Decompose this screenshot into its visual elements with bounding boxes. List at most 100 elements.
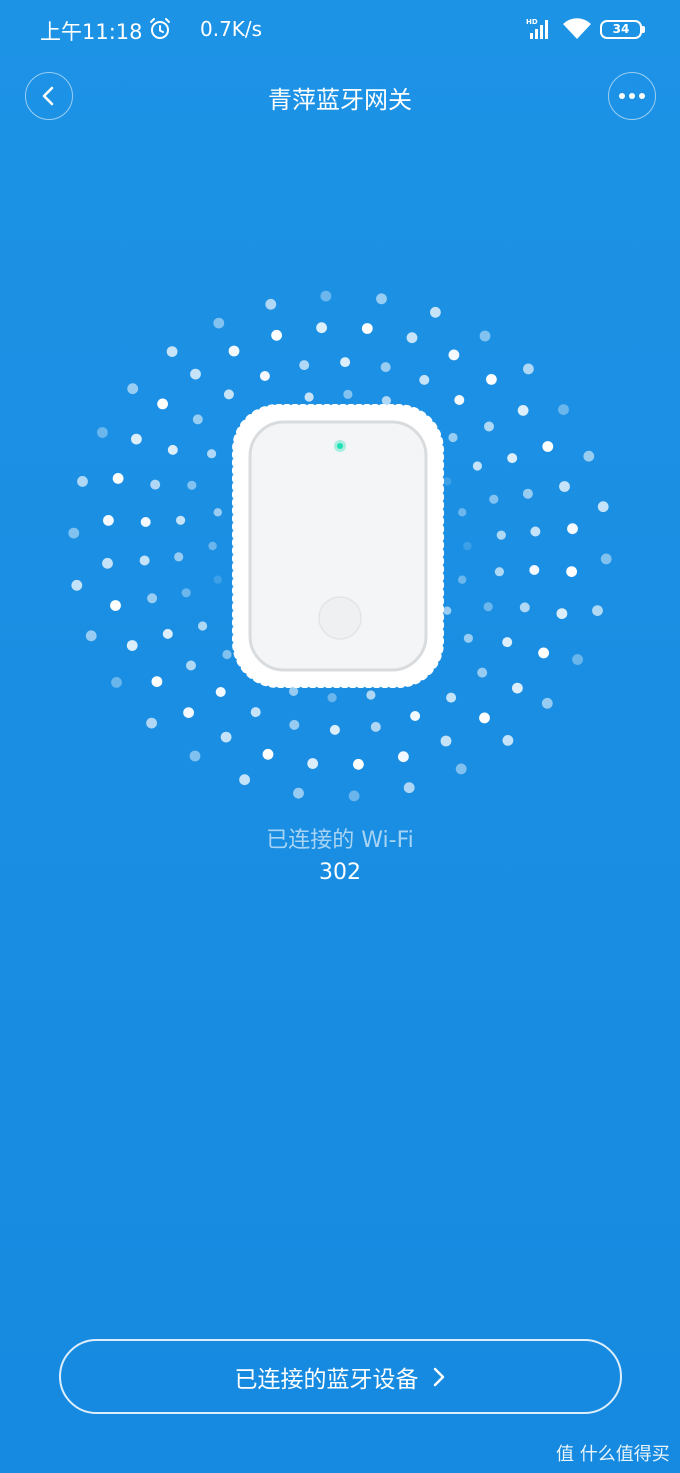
signal-dot-43 bbox=[150, 479, 161, 490]
signal-dot-13 bbox=[289, 686, 299, 696]
signal-dot-93 bbox=[403, 782, 415, 794]
signal-dot-68 bbox=[151, 676, 163, 687]
signal-dot-101 bbox=[71, 579, 83, 591]
signal-dot-88 bbox=[566, 566, 577, 577]
signal-dot-31 bbox=[446, 692, 457, 703]
more-button[interactable] bbox=[608, 72, 656, 120]
signal-dot-1 bbox=[458, 575, 467, 584]
signal-dot-66 bbox=[220, 731, 232, 743]
signal-dot-103 bbox=[77, 476, 88, 487]
signal-dot-98 bbox=[146, 717, 158, 729]
status-time: 上午11:18 bbox=[40, 20, 143, 44]
connected-bluetooth-devices-label: 已连接的蓝牙设备 bbox=[234, 1366, 419, 1393]
signal-dot-76 bbox=[190, 368, 201, 380]
signal-dot-12 bbox=[327, 693, 337, 703]
signal-dot-10 bbox=[463, 633, 473, 643]
signal-dot-117 bbox=[600, 553, 612, 565]
signal-dot-99 bbox=[111, 677, 122, 688]
signal-dot-92 bbox=[455, 763, 467, 775]
signal-dot-115 bbox=[583, 450, 595, 462]
signal-dot-55 bbox=[522, 488, 533, 499]
signal-dot-89 bbox=[556, 608, 568, 619]
page-title: 青萍蓝牙网关 bbox=[268, 86, 412, 114]
signal-dot-61 bbox=[440, 735, 452, 747]
signal-dot-28 bbox=[519, 602, 530, 613]
signal-dot-58 bbox=[538, 647, 549, 659]
signal-dot-14 bbox=[222, 649, 232, 660]
signal-dot-119 bbox=[572, 654, 583, 665]
signal-dot-72 bbox=[103, 515, 114, 526]
signal-dot-45 bbox=[192, 414, 203, 425]
signal-dot-20 bbox=[207, 449, 217, 459]
signal-dot-41 bbox=[139, 555, 150, 566]
signal-dot-114 bbox=[558, 404, 569, 415]
signal-dot-47 bbox=[259, 371, 270, 381]
status-bar: 上午11:18 0.7K/s HD 34 bbox=[0, 0, 680, 62]
signal-dot-105 bbox=[127, 383, 139, 395]
signal-dot-84 bbox=[517, 405, 529, 416]
signal-dot-73 bbox=[112, 473, 124, 484]
signal-dot-16 bbox=[181, 588, 191, 598]
signal-dot-63 bbox=[353, 758, 364, 770]
signal-dot-46 bbox=[223, 389, 234, 400]
signal-dot-27 bbox=[496, 530, 506, 540]
signal-dot-2 bbox=[443, 606, 452, 615]
signal-dot-7 bbox=[458, 508, 467, 517]
more-dots-icon bbox=[619, 93, 645, 99]
signal-dot-79 bbox=[316, 322, 327, 334]
signal-dot-40 bbox=[147, 593, 158, 604]
signal-dot-52 bbox=[454, 395, 465, 405]
signal-dot-17 bbox=[174, 552, 184, 562]
hd-badge: HD bbox=[526, 18, 538, 26]
signal-dot-0 bbox=[463, 541, 472, 551]
signal-dot-44 bbox=[167, 444, 178, 455]
signal-dot-85 bbox=[542, 441, 554, 452]
signal-dot-15 bbox=[198, 621, 208, 631]
signal-dot-83 bbox=[486, 374, 497, 385]
signal-dot-48 bbox=[299, 360, 310, 371]
signal-dot-118 bbox=[592, 605, 603, 616]
signal-dot-51 bbox=[419, 374, 430, 385]
signal-dot-9 bbox=[483, 602, 493, 612]
signal-dot-32 bbox=[410, 711, 421, 721]
battery-indicator: 34 bbox=[600, 20, 645, 39]
signal-dot-56 bbox=[530, 526, 541, 537]
signal-dot-74 bbox=[131, 433, 142, 445]
signal-dot-60 bbox=[479, 712, 490, 724]
signal-dot-100 bbox=[85, 630, 97, 642]
signal-dot-37 bbox=[215, 687, 226, 697]
signal-dot-80 bbox=[361, 323, 373, 334]
signal-dot-33 bbox=[370, 721, 381, 732]
signal-dot-82 bbox=[448, 349, 460, 361]
signal-dot-25 bbox=[472, 461, 482, 471]
signal-dot-102 bbox=[68, 527, 80, 539]
signal-dot-53 bbox=[484, 421, 494, 432]
signal-dot-75 bbox=[157, 398, 169, 410]
signal-dot-42 bbox=[140, 517, 151, 527]
watermark: 值 什么值得买 bbox=[556, 1440, 670, 1466]
alarm-clock-icon bbox=[150, 18, 170, 39]
signal-dot-78 bbox=[271, 329, 282, 341]
connected-bluetooth-devices-button[interactable]: 已连接的蓝牙设备 bbox=[59, 1339, 622, 1414]
signal-dot-104 bbox=[97, 427, 108, 438]
connected-wifi-name: 302 bbox=[319, 860, 361, 885]
signal-dot-90 bbox=[541, 697, 553, 709]
gateway-illustration bbox=[68, 290, 612, 802]
signal-dot-19 bbox=[187, 480, 197, 490]
signal-dot-109 bbox=[320, 290, 332, 302]
signal-dot-67 bbox=[183, 707, 195, 718]
signal-dot-116 bbox=[597, 501, 609, 513]
signal-dot-64 bbox=[307, 758, 319, 769]
signal-dot-95 bbox=[293, 787, 304, 799]
signal-dot-70 bbox=[110, 600, 121, 611]
signal-dot-97 bbox=[189, 750, 201, 762]
signal-dot-29 bbox=[502, 637, 513, 648]
network-speed: 0.7K/s bbox=[200, 17, 263, 41]
signal-dot-11 bbox=[366, 690, 376, 700]
signal-dot-59 bbox=[512, 682, 523, 694]
cell-signal-icon: HD bbox=[526, 18, 548, 39]
signal-dot-96 bbox=[239, 774, 251, 786]
signal-dot-106 bbox=[166, 346, 178, 357]
signal-dot-57 bbox=[529, 565, 540, 575]
signal-dot-35 bbox=[289, 719, 300, 730]
